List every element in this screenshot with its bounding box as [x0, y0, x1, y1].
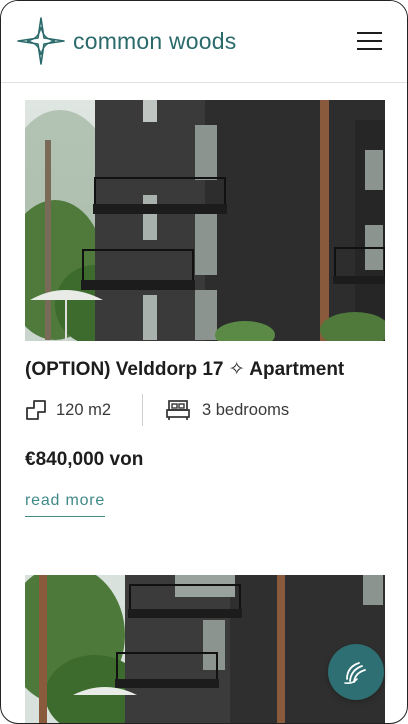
chat-fab-button[interactable] — [328, 644, 384, 700]
app-frame: common woods (OPTION) Velddorp 17 ✧ Apar… — [0, 0, 408, 724]
hamburger-menu-icon[interactable] — [357, 32, 383, 50]
listing-photo[interactable] — [25, 100, 385, 341]
listing-photo[interactable] — [25, 575, 385, 723]
floor-area-icon — [26, 400, 46, 420]
brand-name: common woods — [73, 27, 237, 54]
listing-title[interactable]: (OPTION) Velddorp 17 ✧ Apartment — [25, 358, 344, 381]
logo[interactable]: common woods — [17, 17, 236, 65]
listing-specs: 120 m2 3 bedrooms — [25, 394, 385, 426]
spec-divider — [142, 394, 143, 426]
bed-icon — [166, 400, 190, 420]
bedrooms-spec: 3 bedrooms — [166, 394, 289, 426]
listing-card: (OPTION) Velddorp 17 ✧ Apartment 120 m2 — [25, 100, 385, 530]
listing-price: €840,000 von — [25, 449, 144, 470]
chat-wave-icon — [344, 662, 366, 684]
area-value: 120 m2 — [56, 400, 112, 419]
logo-star-icon — [17, 17, 65, 65]
site-header: common woods — [1, 1, 407, 83]
listing-card — [25, 575, 385, 723]
area-spec: 120 m2 — [25, 394, 111, 426]
read-more-link[interactable]: read more — [25, 492, 106, 517]
bedrooms-value: 3 bedrooms — [202, 400, 290, 419]
